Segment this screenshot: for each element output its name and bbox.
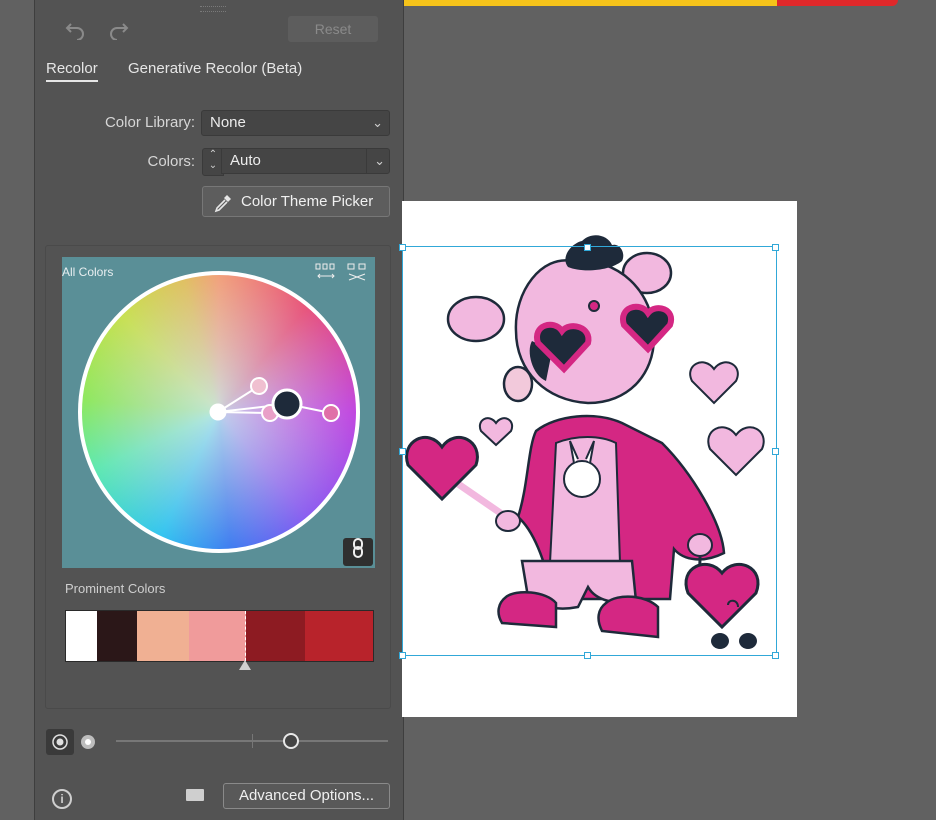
top-banner [393,0,777,6]
selection-handle-ml[interactable] [399,448,406,455]
selection-handle-tl[interactable] [399,244,406,251]
colors-dropdown-toggle[interactable]: ⌄ [366,148,390,174]
color-theme-picker-button[interactable]: Color Theme Picker [202,186,390,217]
advanced-options-button[interactable]: Advanced Options... [223,783,390,809]
prominent-colors-label: Prominent Colors [65,581,166,596]
brightness-mode-button[interactable] [74,729,102,755]
colors-label: Colors: [147,153,195,170]
saturation-mode-button[interactable] [46,729,74,755]
swatch-3[interactable] [137,611,189,661]
tab-recolor[interactable]: Recolor [46,60,98,82]
color-marker-white [209,403,227,421]
swatch-4[interactable] [189,611,246,661]
prominent-colors-bar[interactable] [65,610,374,662]
selection-handle-bc[interactable] [584,652,591,659]
color-library-dropdown[interactable]: None ⌄ [201,110,390,136]
tab-generative-recolor[interactable]: Generative Recolor (Beta) [128,60,302,77]
brightness-slider-knob[interactable] [283,733,299,749]
slider-center-tick [252,734,253,748]
chevron-down-icon: ⌄ [374,153,385,168]
chevron-down-icon: ⌄ [372,115,383,130]
folder-icon[interactable] [186,789,204,801]
colors-value: Auto [230,152,261,169]
redo-icon[interactable] [108,20,130,44]
swatch-6[interactable] [305,611,373,661]
selection-bounding-box[interactable] [402,246,777,656]
selection-handle-bl[interactable] [399,652,406,659]
panel-grip[interactable] [200,6,226,12]
selection-handle-br[interactable] [772,652,779,659]
undo-icon[interactable] [64,20,86,44]
swatch-1[interactable] [66,611,97,661]
swatch-2[interactable] [97,611,137,661]
selection-handle-tr[interactable] [772,244,779,251]
color-library-label: Color Library: [104,114,195,131]
selection-handle-mr[interactable] [772,448,779,455]
color-wheel-markers[interactable] [62,257,375,568]
info-icon[interactable]: i [52,789,72,809]
top-banner-close[interactable] [777,0,898,6]
swatch-divider-handle[interactable] [239,660,251,670]
link-icon[interactable] [343,538,373,566]
colors-input[interactable]: Auto [221,148,367,174]
color-marker-base [271,388,303,420]
color-library-value: None [210,114,246,131]
color-marker-light-pink [250,377,268,395]
swatch-5[interactable] [246,611,305,661]
color-marker-magenta [322,404,340,422]
eyedropper-icon [213,193,233,223]
color-theme-picker-label: Color Theme Picker [241,193,374,210]
selection-handle-tc[interactable] [584,244,591,251]
reset-button[interactable]: Reset [288,16,378,42]
